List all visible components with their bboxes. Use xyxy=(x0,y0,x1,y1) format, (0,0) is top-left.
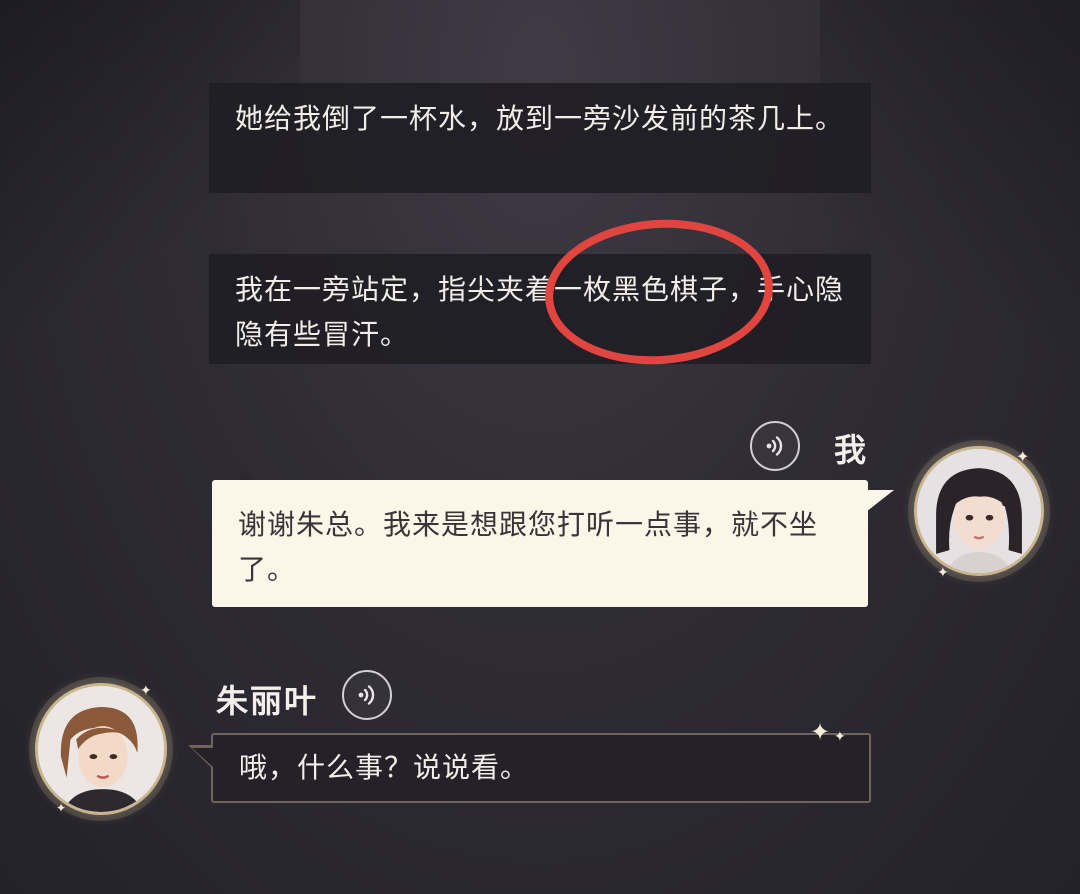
bubble-tail xyxy=(866,490,894,512)
speaker-name-me: 我 xyxy=(834,431,869,469)
dialogue-text: 哦，什么事？说说看。 xyxy=(239,751,530,784)
avatar-portrait xyxy=(917,449,1041,573)
bubble-tail-inner xyxy=(192,748,213,767)
voice-play-button[interactable] xyxy=(750,421,800,471)
avatar-portrait xyxy=(38,686,164,812)
avatar-juliet[interactable] xyxy=(35,683,167,815)
sparkle-icon: ✦ xyxy=(1016,447,1030,466)
narration-box: 她给我倒了一杯水，放到一旁沙发前的茶几上。 xyxy=(209,83,871,193)
voice-play-button[interactable] xyxy=(342,670,392,720)
sparkle-icon: ✦ xyxy=(140,683,152,699)
dialogue-text: 谢谢朱总。我来是想跟您打听一点事，就不坐了。 xyxy=(238,508,819,586)
sparkle-icon: ✦ xyxy=(834,729,846,745)
speaker-name-juliet: 朱丽叶 xyxy=(216,682,319,720)
narration-text: 她给我倒了一杯水，放到一旁沙发前的茶几上。 xyxy=(235,102,845,135)
dialogue-bubble-me: 谢谢朱总。我来是想跟您打听一点事，就不坐了。 xyxy=(212,480,868,607)
dialogue-bubble-juliet: 哦，什么事？说说看。 xyxy=(211,733,871,803)
voice-play-icon xyxy=(766,436,783,456)
narration-box: 我在一旁站定，指尖夹着一枚黑色棋子，手心隐隐有些冒汗。 xyxy=(209,254,871,364)
sparkle-icon: ✦ xyxy=(810,718,831,746)
sparkle-icon: ✦ xyxy=(56,801,67,815)
voice-play-icon xyxy=(358,685,375,705)
sparkle-icon: ✦ xyxy=(937,565,949,581)
